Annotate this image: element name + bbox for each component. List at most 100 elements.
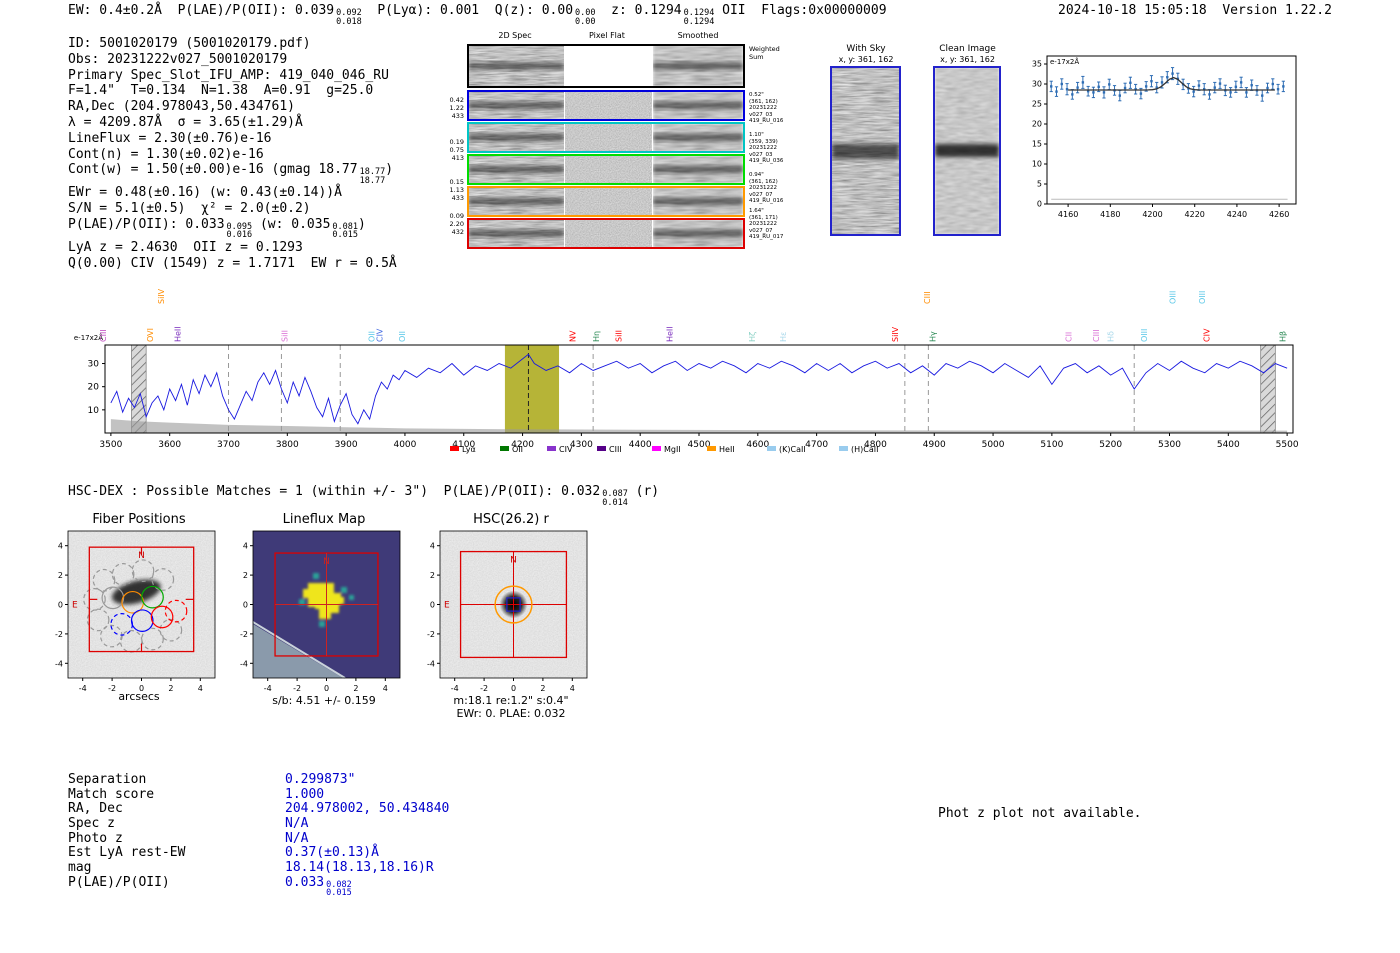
spec2d-left-label: 0.15 1.13 433 xyxy=(449,178,464,202)
phot-z-note: Phot z plot not available. xyxy=(938,806,1142,821)
match-table-row: Separation 0.299873" xyxy=(68,772,355,787)
clean-image-noise xyxy=(935,68,999,234)
plusminus-stack: 0.087 0.014 xyxy=(602,489,628,508)
svg-text:2: 2 xyxy=(353,684,358,693)
match-table-row: Spec z N/A xyxy=(68,816,308,831)
spec2d-strip xyxy=(469,46,564,86)
spec2d-strip xyxy=(653,156,743,183)
svg-text:-2: -2 xyxy=(480,684,488,693)
svg-text:OII: OII xyxy=(512,445,523,454)
svg-text:2: 2 xyxy=(58,571,63,580)
svg-text:4: 4 xyxy=(243,542,248,551)
svg-text:CIII: CIII xyxy=(99,329,108,342)
svg-text:4260: 4260 xyxy=(1269,210,1289,219)
svg-text:3500: 3500 xyxy=(99,440,122,450)
plusminus-stack: 0.1294 0.1294 xyxy=(683,8,715,27)
spec2d-row xyxy=(467,90,745,121)
spec2d-strip xyxy=(653,46,743,86)
info-line: Primary Spec_Slot_IFU_AMP: 419_040_046_R… xyxy=(68,67,389,83)
svg-text:15: 15 xyxy=(1032,140,1042,149)
compass-north: N xyxy=(510,556,517,566)
emission-line-fit-plot: 4160 4180 4200 4220 4240 4260 0 5 10 15 20 25 30 35 e-… xyxy=(1032,55,1297,219)
svg-text:30: 30 xyxy=(88,360,100,370)
fiber-xlabel: arcsecs xyxy=(118,690,160,703)
svg-text:OIII: OIII xyxy=(1140,329,1149,342)
spec2d-strip xyxy=(469,220,564,247)
svg-text:CIII: CIII xyxy=(1092,329,1101,342)
svg-text:4: 4 xyxy=(383,684,388,693)
svg-text:10: 10 xyxy=(88,406,100,416)
svg-text:-4: -4 xyxy=(55,659,63,668)
svg-text:0: 0 xyxy=(324,684,329,693)
info-line: ID: 5001020179 (5001020179.pdf) xyxy=(68,36,311,51)
svg-text:3800: 3800 xyxy=(276,440,299,450)
lineflux-map-plot: N -4 -4 -2 -2 0 0 2 2 4 4 xyxy=(240,530,401,693)
svg-text:OII: OII xyxy=(398,331,407,342)
info-line: Cont(n) = 1.30(±0.02)e-16 xyxy=(68,146,264,162)
plusminus-stack: 0.081 0.015 xyxy=(332,221,359,241)
svg-text:4: 4 xyxy=(58,542,63,551)
svg-text:4240: 4240 xyxy=(1227,210,1247,219)
svg-text:5300: 5300 xyxy=(1158,440,1181,450)
svg-text:5500: 5500 xyxy=(1276,440,1299,450)
svg-text:25: 25 xyxy=(1032,100,1042,109)
svg-text:SiII: SiII xyxy=(614,330,623,342)
svg-text:CIV: CIV xyxy=(559,445,573,454)
info-line: λ = 4209.87Å σ = 3.65(±1.29)Å xyxy=(68,114,303,130)
match-table-row: mag 18.14(18.13,18.16)R xyxy=(68,860,434,875)
svg-text:HeII: HeII xyxy=(666,326,675,342)
weighted-sum-label: Weighted Sum xyxy=(749,45,780,61)
svg-text:CIV: CIV xyxy=(376,328,385,342)
svg-text:3900: 3900 xyxy=(335,440,358,450)
svg-text:-4: -4 xyxy=(451,684,459,693)
match-row-value: N/A xyxy=(285,816,309,832)
compass-east: E xyxy=(444,601,450,611)
match-row-label: Photo z xyxy=(68,830,123,846)
info-line: Obs: 20231222v027_5001020179 xyxy=(68,51,288,67)
spec2d-strip xyxy=(469,92,564,119)
match-row-value: 204.978002, 50.434840 xyxy=(285,801,450,817)
match-table-row: P(LAE)/P(OII) 0.033 0.082 0.015 xyxy=(68,875,352,898)
svg-text:4700: 4700 xyxy=(805,440,828,450)
match-table-row: Est LyA rest-EW 0.37(±0.13)Å xyxy=(68,845,379,860)
spec2d-row xyxy=(467,186,745,217)
svg-text:4180: 4180 xyxy=(1100,210,1120,219)
col-header-2d-spec: 2D Spec xyxy=(498,31,532,40)
svg-text:4220: 4220 xyxy=(1185,210,1205,219)
spec2d-strip xyxy=(469,124,564,151)
svg-text:20: 20 xyxy=(88,383,100,393)
svg-text:3700: 3700 xyxy=(217,440,240,450)
with-sky-coords: x, y: 361, 162 xyxy=(838,55,894,64)
svg-text:0: 0 xyxy=(430,601,435,610)
lineflux-xlabel: s/b: 4.51 +/- 0.159 xyxy=(272,694,376,707)
svg-text:20: 20 xyxy=(1032,120,1042,129)
svg-text:4: 4 xyxy=(570,684,575,693)
info-line: Cont(w) = 1.50(±0.00)e-16 (gmag 18.77 18.… xyxy=(68,162,394,186)
svg-text:(H)CaII: (H)CaII xyxy=(851,445,878,454)
spec2d-row xyxy=(467,154,745,185)
hsc-dex-match-line: HSC-DEX : Possible Matches = 1 (within +… xyxy=(68,484,660,508)
match-row-label: Separation xyxy=(68,772,147,787)
svg-text:4: 4 xyxy=(430,542,435,551)
spec2d-strip xyxy=(653,220,743,247)
spec2d-row xyxy=(467,44,745,88)
info-line: F=1.4" T=0.134 N=1.38 A=0.91 g=25.0 xyxy=(68,83,374,99)
hsc-xlabel: m:18.1 re:1.2" s:0.4" xyxy=(453,694,569,707)
info-line: Q(0.00) CIV (1549) z = 1.7171 EW r = 0.5… xyxy=(68,255,397,271)
svg-text:Hγ: Hγ xyxy=(928,331,937,342)
hsc-xlabel-2: EWr: 0. PLAE: 0.032 xyxy=(456,707,566,720)
svg-text:Hε: Hε xyxy=(779,332,788,342)
svg-text:5200: 5200 xyxy=(1099,440,1122,450)
svg-text:Lyα: Lyα xyxy=(462,445,476,454)
svg-text:NV: NV xyxy=(568,330,577,342)
svg-text:4900: 4900 xyxy=(923,440,946,450)
svg-text:OIII: OIII xyxy=(1198,291,1207,304)
detection-info-block: ID: 5001020179 (5001020179.pdf) Obs: 2023… xyxy=(68,36,397,272)
info-line: LineFlux = 2.30(±0.76)e-16 xyxy=(68,130,272,146)
svg-text:CIV: CIV xyxy=(1202,328,1211,342)
with-sky-title: With Sky xyxy=(846,44,886,54)
clean-image-title: Clean Image xyxy=(939,44,996,54)
svg-text:4600: 4600 xyxy=(746,440,769,450)
match-row-value: 18.14(18.13,18.16)R xyxy=(285,860,434,876)
spec2d-strip xyxy=(565,156,652,183)
